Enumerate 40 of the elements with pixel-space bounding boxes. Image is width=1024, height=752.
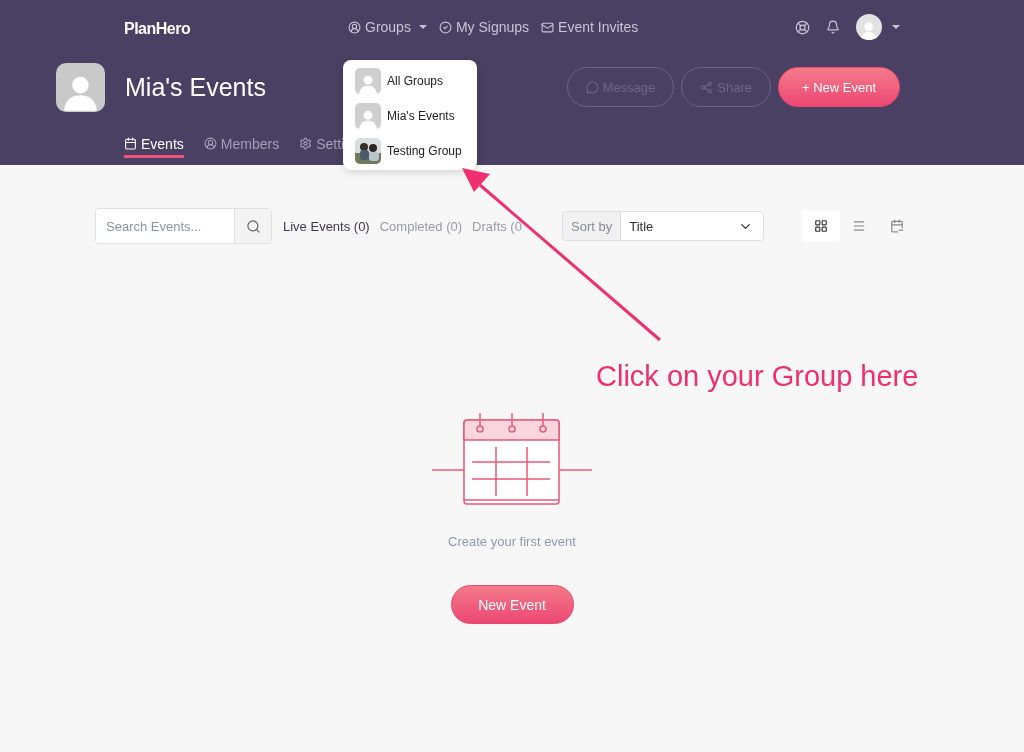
grid-icon: [814, 219, 828, 233]
share-icon: [700, 80, 714, 94]
brand-logo[interactable]: PlanHero: [124, 16, 348, 38]
caret-icon: [892, 25, 900, 29]
bell-icon[interactable]: [826, 20, 840, 34]
menu-item[interactable]: Testing Group: [343, 138, 477, 164]
calendar-icon: [890, 219, 904, 233]
gear-icon: [299, 137, 313, 150]
user-circle-icon: [348, 20, 361, 34]
new-event-button[interactable]: New Event: [450, 585, 574, 624]
search-icon: [245, 218, 261, 234]
new-event-button[interactable]: + New Event: [778, 67, 900, 107]
mail-icon: [541, 20, 555, 34]
user-circle-icon: [203, 137, 217, 150]
search-field[interactable]: Search Events...: [95, 208, 272, 244]
nav-link[interactable]: Event Invites: [541, 19, 639, 35]
grid-view-button[interactable]: [802, 210, 840, 242]
check-circle-icon: [438, 20, 452, 34]
tab[interactable]: Events: [124, 132, 184, 158]
annotation-text: Click on your Group here: [596, 360, 919, 393]
avatar-placeholder: [355, 103, 381, 129]
sort-label: Sort by: [563, 212, 622, 240]
search-button[interactable]: [234, 209, 271, 243]
menu-item[interactable]: Mia's Events: [343, 103, 477, 129]
group-avatar: [56, 62, 105, 112]
sort-select[interactable]: Title: [621, 212, 763, 240]
nav-link[interactable]: Groups: [348, 19, 427, 35]
group-title: Mia's Events: [125, 72, 266, 102]
empty-message: Create your first event: [448, 534, 576, 549]
avatar-placeholder: [355, 68, 381, 94]
tab[interactable]: Members: [203, 132, 280, 158]
tab[interactable]: Setti: [299, 132, 345, 158]
menu-item[interactable]: All Groups: [343, 68, 477, 94]
list-icon: [852, 219, 866, 233]
chat-bubble-icon: [585, 80, 599, 94]
help-icon[interactable]: [795, 19, 810, 35]
filter-tab[interactable]: Live Events (0): [283, 218, 370, 234]
calendar-icon: [124, 137, 137, 150]
nav-link[interactable]: My Signups: [438, 19, 530, 35]
user-avatar[interactable]: [856, 14, 882, 40]
